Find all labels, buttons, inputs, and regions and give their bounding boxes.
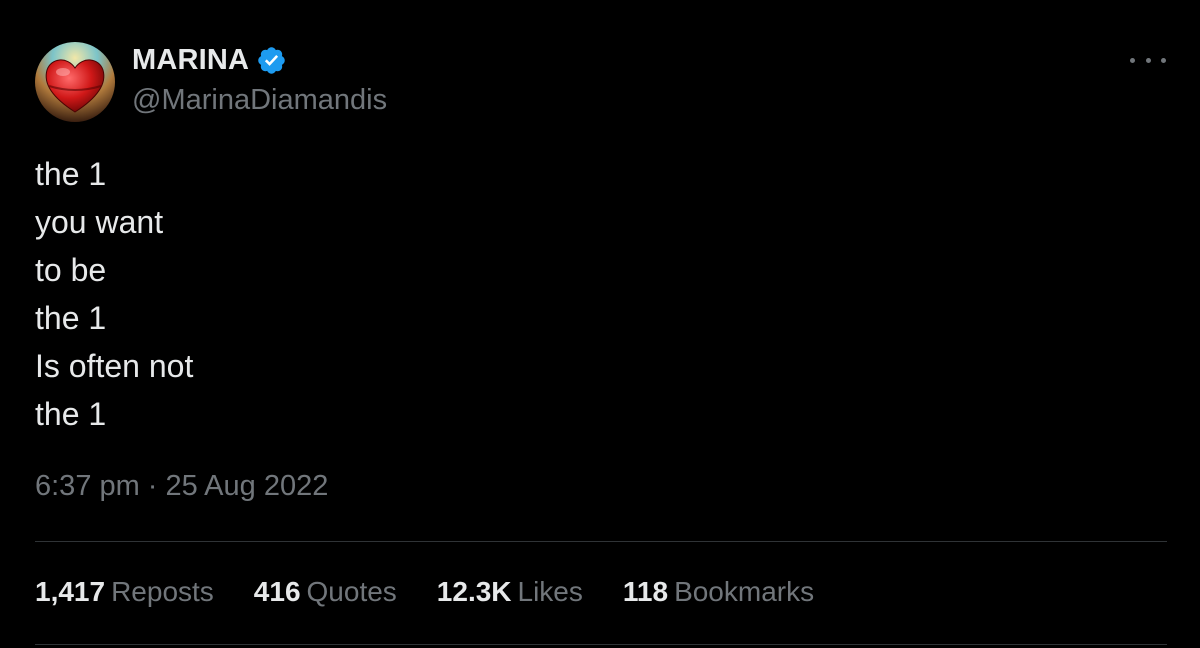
bookmarks-label: Bookmarks bbox=[674, 576, 815, 607]
tweet-text-line: the 1 bbox=[35, 156, 107, 192]
tweet-card: MARINA @MarinaDiamandis the 1 you want t… bbox=[0, 0, 1200, 648]
tweet-timestamp: 6:37 pm · 25 Aug 2022 bbox=[35, 470, 328, 503]
bookmarks-stat[interactable]: 118 Bookmarks bbox=[623, 576, 814, 608]
more-options-icon[interactable] bbox=[1130, 48, 1166, 72]
quotes-label: Quotes bbox=[306, 576, 397, 607]
heart-avatar-icon bbox=[35, 42, 115, 122]
tweet-text-line: the 1 bbox=[35, 396, 107, 432]
tweet-time[interactable]: 6:37 pm bbox=[35, 470, 140, 503]
tweet-text-line: you want bbox=[35, 204, 164, 240]
likes-label: Likes bbox=[517, 576, 583, 607]
quotes-count: 416 bbox=[253, 576, 301, 607]
likes-stat[interactable]: 12.3K Likes bbox=[437, 576, 583, 608]
author-handle[interactable]: @MarinaDiamandis bbox=[132, 84, 387, 117]
engagement-stats: 1,417 Reposts 416 Quotes 12.3K Likes 118 Boo… bbox=[35, 576, 854, 608]
tweet-text-line: the 1 bbox=[35, 300, 107, 336]
reposts-label: Reposts bbox=[111, 576, 214, 607]
author-display-name[interactable]: MARINA bbox=[132, 44, 249, 77]
tweet-text-line: Is often not bbox=[35, 348, 194, 384]
tweet-text: the 1 you want to be the 1 Is often not … bbox=[35, 150, 193, 438]
author-name-row: MARINA bbox=[132, 42, 287, 78]
likes-count: 12.3K bbox=[436, 576, 512, 607]
timestamp-separator: · bbox=[147, 470, 158, 502]
divider bbox=[35, 644, 1167, 645]
verified-badge-icon[interactable] bbox=[256, 45, 287, 76]
quotes-stat[interactable]: 416 Quotes bbox=[254, 576, 397, 608]
bookmarks-count: 118 bbox=[622, 576, 669, 607]
reposts-stat[interactable]: 1,417 Reposts bbox=[35, 576, 214, 608]
tweet-date[interactable]: 25 Aug 2022 bbox=[165, 470, 328, 503]
divider bbox=[35, 541, 1167, 542]
reposts-count: 1,417 bbox=[35, 576, 106, 607]
tweet-text-line: to be bbox=[35, 252, 107, 288]
avatar[interactable] bbox=[35, 42, 115, 122]
